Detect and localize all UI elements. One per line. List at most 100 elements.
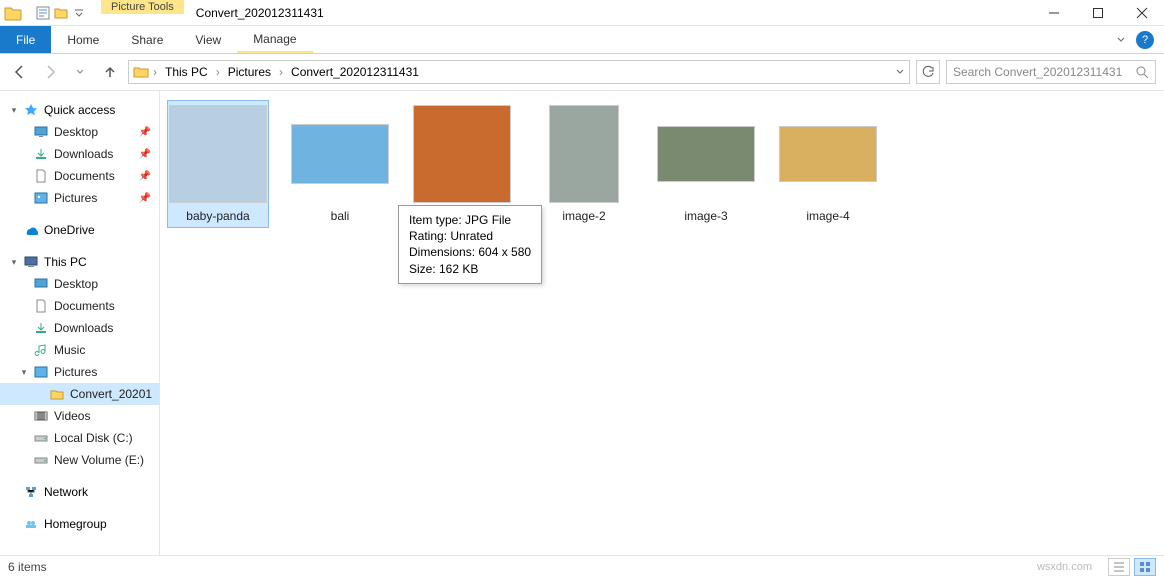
tooltip-line: Dimensions: 604 x 580 — [409, 244, 531, 260]
pin-icon: 📌 — [139, 193, 151, 204]
file-name: bali — [331, 209, 350, 223]
tab-manage[interactable]: Manage — [237, 26, 312, 53]
nav-desktop[interactable]: Desktop📌 — [0, 121, 159, 143]
tooltip-line: Item type: JPG File — [409, 212, 531, 228]
pin-icon: 📌 — [139, 171, 151, 182]
nav-pc-music[interactable]: Music — [0, 339, 159, 361]
nav-row: › This PC › Pictures › Convert_202012311… — [0, 54, 1164, 91]
homegroup-icon — [24, 517, 38, 531]
onedrive-icon — [24, 223, 38, 237]
file-item[interactable]: bali — [290, 101, 390, 227]
tooltip-line: Rating: Unrated — [409, 228, 531, 244]
pin-icon: 📌 — [139, 127, 151, 138]
video-icon — [34, 409, 48, 423]
nav-pc-desktop[interactable]: Desktop — [0, 273, 159, 295]
forward-button[interactable] — [38, 60, 62, 84]
download-icon — [34, 147, 48, 161]
nav-new-volume-e[interactable]: New Volume (E:) — [0, 449, 159, 471]
properties-icon[interactable] — [35, 5, 51, 21]
nav-pane[interactable]: ▾ Quick access Desktop📌 Downloads📌 Docum… — [0, 91, 160, 555]
context-tab-label: Picture Tools — [101, 0, 184, 14]
file-item[interactable]: image-3 — [656, 101, 756, 227]
file-item[interactable]: baby-panda — [168, 101, 268, 227]
nav-pc-videos[interactable]: Videos — [0, 405, 159, 427]
recent-locations-button[interactable] — [68, 60, 92, 84]
drive-icon — [34, 453, 48, 467]
breadcrumb-segment[interactable]: Pictures — [224, 65, 275, 79]
watermark: wsxdn.com — [1037, 561, 1092, 573]
chevron-right-icon[interactable]: › — [279, 65, 283, 79]
view-details-button[interactable] — [1108, 558, 1130, 576]
nav-downloads[interactable]: Downloads📌 — [0, 143, 159, 165]
quick-access-toolbar — [0, 0, 91, 25]
search-placeholder: Search Convert_202012311431 — [953, 65, 1122, 79]
breadcrumb-segment[interactable]: This PC — [161, 65, 212, 79]
close-button[interactable] — [1120, 0, 1164, 25]
chevron-right-icon[interactable]: › — [153, 65, 157, 79]
file-name: image-2 — [562, 209, 605, 223]
window-title: Convert_202012311431 — [184, 0, 1032, 25]
music-icon — [34, 343, 48, 357]
chevron-down-icon[interactable]: ▾ — [20, 367, 28, 378]
file-name: baby-panda — [186, 209, 249, 223]
breadcrumb[interactable]: › This PC › Pictures › Convert_202012311… — [128, 60, 910, 84]
nav-current-folder[interactable]: Convert_20201 — [0, 383, 159, 405]
nav-pc-downloads[interactable]: Downloads — [0, 317, 159, 339]
file-thumbnail — [535, 105, 633, 203]
document-icon — [34, 169, 48, 183]
ribbon-right: ? — [1116, 26, 1164, 53]
title-bar: Picture Tools Convert_202012311431 — [0, 0, 1164, 26]
back-button[interactable] — [8, 60, 32, 84]
file-thumbnail — [413, 105, 511, 203]
qat-dropdown-icon[interactable] — [71, 5, 87, 21]
file-item[interactable]: image-2 — [534, 101, 634, 227]
nav-network[interactable]: Network — [0, 481, 159, 503]
nav-pc-pictures[interactable]: ▾Pictures — [0, 361, 159, 383]
file-view[interactable]: baby-pandabaliimage-1image-2image-3image… — [160, 91, 1164, 555]
up-button[interactable] — [98, 60, 122, 84]
breadcrumb-segment[interactable]: Convert_202012311431 — [287, 65, 423, 79]
nav-documents[interactable]: Documents📌 — [0, 165, 159, 187]
nav-homegroup[interactable]: Homegroup — [0, 513, 159, 535]
nav-pc-documents[interactable]: Documents — [0, 295, 159, 317]
chevron-down-icon[interactable]: ▾ — [10, 105, 18, 116]
help-icon[interactable]: ? — [1136, 31, 1154, 49]
tab-view[interactable]: View — [179, 26, 237, 53]
nav-quick-access[interactable]: ▾ Quick access — [0, 99, 159, 121]
new-folder-icon[interactable] — [53, 5, 69, 21]
nav-this-pc[interactable]: ▾This PC — [0, 251, 159, 273]
view-thumbnails-button[interactable] — [1134, 558, 1156, 576]
file-thumbnail — [291, 105, 389, 203]
document-icon — [34, 299, 48, 313]
nav-local-disk-c[interactable]: Local Disk (C:) — [0, 427, 159, 449]
desktop-icon — [34, 277, 48, 291]
file-thumbnail — [657, 105, 755, 203]
search-input[interactable]: Search Convert_202012311431 — [946, 60, 1156, 84]
history-dropdown-icon[interactable] — [895, 67, 905, 77]
tab-home[interactable]: Home — [51, 26, 115, 53]
file-name: image-3 — [684, 209, 727, 223]
minimize-button[interactable] — [1032, 0, 1076, 25]
picture-icon — [34, 365, 48, 379]
file-name: image-4 — [806, 209, 849, 223]
download-icon — [34, 321, 48, 335]
maximize-button[interactable] — [1076, 0, 1120, 25]
chevron-down-icon[interactable]: ▾ — [10, 257, 18, 268]
file-tab[interactable]: File — [0, 26, 51, 53]
network-icon — [24, 485, 38, 499]
tooltip-line: Size: 162 KB — [409, 261, 531, 277]
tab-share[interactable]: Share — [115, 26, 179, 53]
folder-icon — [4, 4, 22, 22]
nav-pictures[interactable]: Pictures📌 — [0, 187, 159, 209]
body: ▾ Quick access Desktop📌 Downloads📌 Docum… — [0, 91, 1164, 555]
ribbon-expand-icon[interactable] — [1116, 35, 1126, 45]
chevron-right-icon[interactable]: › — [216, 65, 220, 79]
search-icon[interactable] — [1135, 65, 1149, 79]
refresh-button[interactable] — [916, 60, 940, 84]
window-controls — [1032, 0, 1164, 25]
file-thumbnail — [169, 105, 267, 203]
status-item-count: 6 items — [8, 560, 47, 574]
nav-onedrive[interactable]: OneDrive — [0, 219, 159, 241]
file-thumbnail — [779, 105, 877, 203]
file-item[interactable]: image-4 — [778, 101, 878, 227]
